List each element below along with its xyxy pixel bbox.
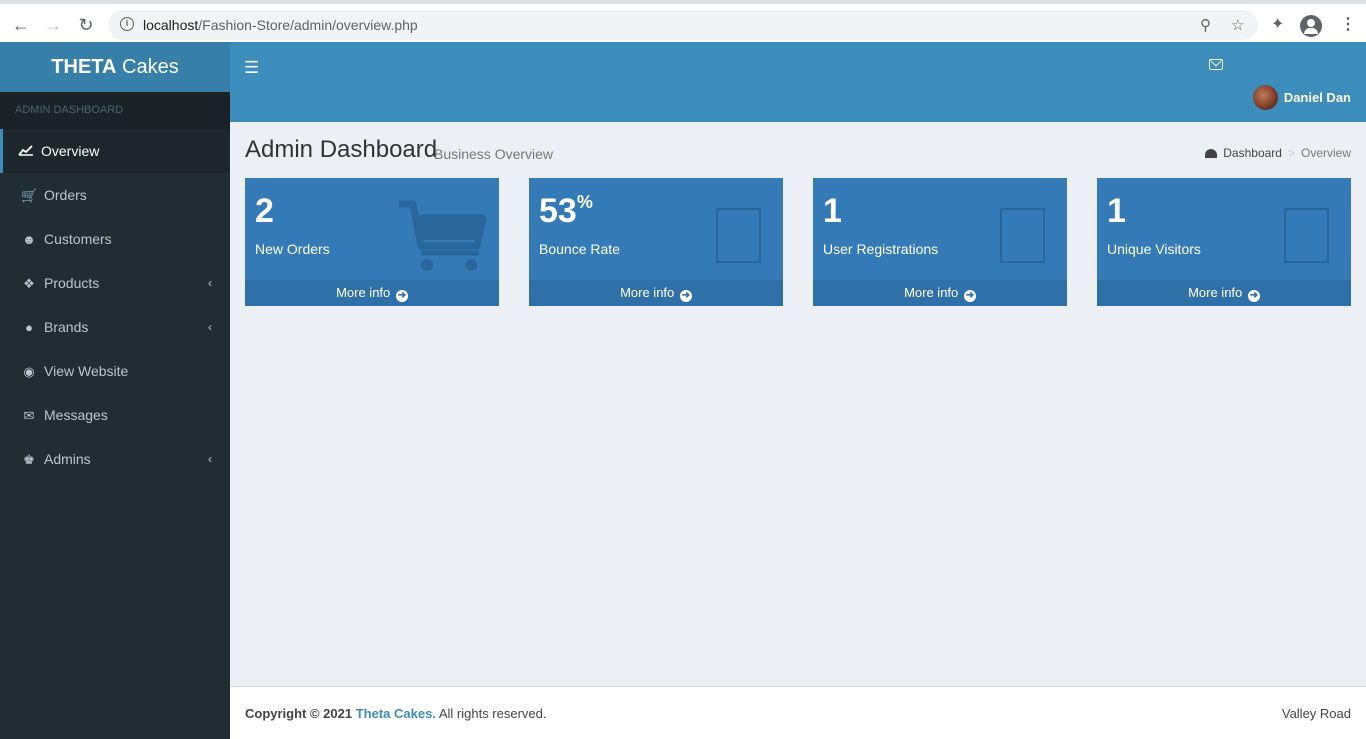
chevron-left-icon: ‹ [208,276,212,290]
user-registrations-box: 1 User Registrations More info ➜ [813,178,1067,306]
browser-menu-icon[interactable]: ⋮ [1340,14,1356,34]
sidebar-item-orders[interactable]: 🛒 Orders [0,173,230,217]
box-number: 1 [823,192,842,230]
sidebar-item-label: View Website [44,363,129,379]
sidebar-item-admins[interactable]: ♚ Admins ‹ [0,437,230,481]
user-icon: ☻ [22,232,36,247]
browser-toolbar: ← → ↻ i localhost/Fashion-Store/admin/ov… [0,0,1366,42]
sidebar-toggle-icon[interactable]: ☰ [244,58,259,78]
cubes-icon: ❖ [23,276,35,291]
box-label: User Registrations [823,241,939,257]
footer-brand-link[interactable]: Theta Cakes. [356,706,436,721]
arrow-circle-right-icon: ➜ [679,290,692,302]
placeholder-icon [1000,208,1045,263]
page-subtitle: Business Overview [434,146,554,162]
chevron-left-icon: ‹ [208,452,212,466]
avatar[interactable] [1253,85,1278,110]
reload-icon[interactable]: ↻ [73,12,99,38]
box-number: 2 [255,192,274,230]
top-navbar: ☰ Daniel Dan [230,42,1366,122]
more-info-link[interactable]: More info ➜ [529,280,783,306]
url-text[interactable]: localhost/Fashion-Store/admin/overview.p… [143,17,418,33]
profile-icon[interactable] [1300,15,1322,37]
unique-visitors-box: 1 Unique Visitors More info ➜ [1097,178,1351,306]
envelope-icon: ✉ [23,408,35,423]
globe-icon: ◉ [23,364,35,379]
sidebar-item-label: Brands [44,319,89,335]
more-info-link[interactable]: More info ➜ [813,280,1067,306]
sidebar-item-label: Messages [44,407,108,423]
sidebar-item-label: Admins [44,451,91,467]
sidebar-item-view-website[interactable]: ◉ View Website [0,349,230,393]
star-icon[interactable]: ☆ [1231,16,1244,34]
arrow-circle-right-icon: ➜ [395,290,408,302]
extensions-icon[interactable]: ✦ [1271,14,1284,34]
breadcrumb: Dashboard > Overview [1205,146,1351,160]
new-orders-box: 2 New Orders More info ➜ [245,178,499,306]
page-footer: Copyright © 2021 Theta Cakes. All rights… [230,686,1366,739]
forward-icon[interactable]: → [40,12,66,38]
sidebar-item-label: Overview [41,143,100,159]
sidebar-item-customers[interactable]: ☻ Customers [0,217,230,261]
arrow-circle-right-icon: ➜ [963,290,976,302]
breadcrumb-separator: > [1287,146,1295,160]
sidebar-item-label: Orders [44,187,87,203]
more-info-link[interactable]: More info ➜ [1097,280,1351,306]
breadcrumb-home[interactable]: Dashboard [1223,146,1282,160]
placeholder-icon [716,208,761,263]
box-number: 1 [1107,192,1126,230]
placeholder-icon [1284,208,1329,263]
cart-icon: 🛒 [21,188,38,203]
sidebar-item-products[interactable]: ❖ Products ‹ [0,261,230,305]
page-title: Admin Dashboard [245,136,438,163]
dashboard-icon [1205,149,1218,158]
user-name[interactable]: Daniel Dan [1284,90,1351,105]
sidebar-header: ADMIN DASHBOARD [0,92,230,129]
sidebar-item-messages[interactable]: ✉ Messages [0,393,230,437]
sidebar-item-overview[interactable]: Overview [0,129,230,173]
app-logo[interactable]: THETA Cakes [0,42,230,92]
box-label: New Orders [255,241,330,257]
sidebar: ADMIN DASHBOARD Overview 🛒 Orders ☻ Custom… [0,92,230,739]
sidebar-item-label: Products [44,275,100,291]
arrow-circle-right-icon: ➜ [1247,290,1260,302]
sidebar-item-label: Customers [44,231,112,247]
address-bar[interactable]: i localhost/Fashion-Store/admin/overview… [108,10,1258,40]
line-chart-icon [18,130,34,174]
admin-icon: ♚ [23,452,35,467]
site-info-icon[interactable]: i [120,17,134,31]
sidebar-item-brands[interactable]: ● Brands ‹ [0,305,230,349]
box-label: Unique Visitors [1107,241,1201,257]
box-number: 53% [539,192,593,230]
stat-boxes: 2 New Orders More info ➜ 53% Bounce Rate… [245,178,1351,306]
more-info-link[interactable]: More info ➜ [245,280,499,306]
mail-icon[interactable] [1209,59,1223,70]
bounce-rate-box: 53% Bounce Rate More info ➜ [529,178,783,306]
breadcrumb-current: Overview [1300,146,1351,160]
shopping-cart-icon [399,200,487,271]
copyright-text: Copyright © 2021 Theta Cakes. All rights… [245,706,547,721]
key-icon[interactable]: ⚲ [1200,16,1211,34]
chevron-left-icon: ‹ [208,320,212,334]
content-header: Admin Dashboard Business Overview Dashbo… [245,136,1351,166]
back-icon[interactable]: ← [8,12,34,38]
footer-location: Valley Road [1281,706,1351,721]
box-label: Bounce Rate [539,241,620,257]
apple-icon: ● [25,320,33,335]
